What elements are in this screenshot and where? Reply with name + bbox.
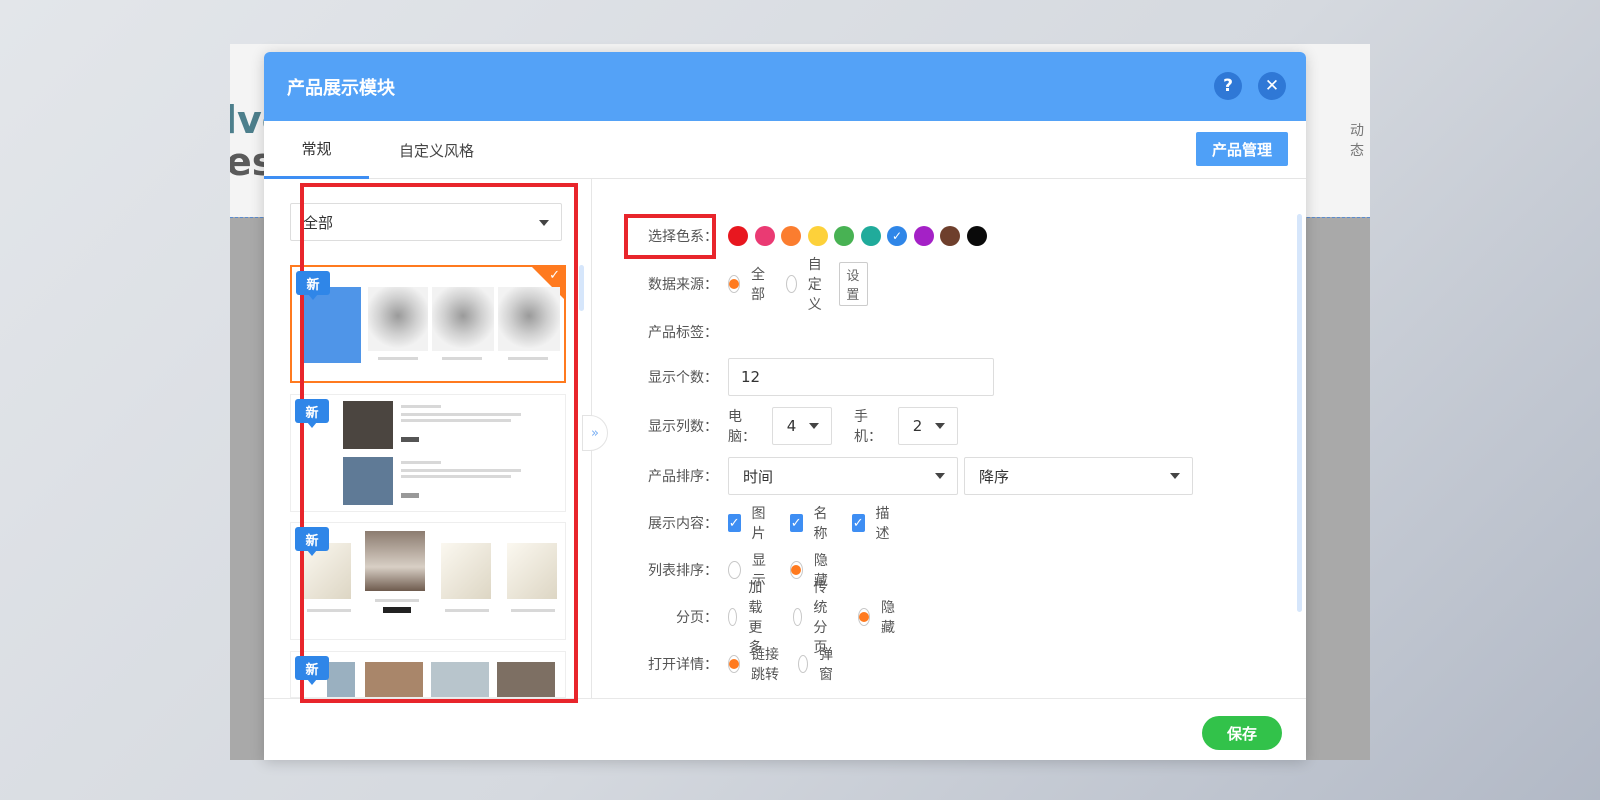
product-sort-label: 产品排序： <box>648 469 718 485</box>
help-icon[interactable]: ? <box>1214 72 1242 100</box>
columns-label: 显示列数： <box>648 419 718 435</box>
product-management-button[interactable]: 产品管理 <box>1196 132 1288 166</box>
open-detail-link-label: 链接跳转 <box>751 647 779 683</box>
template-scrollbar[interactable] <box>579 265 584 311</box>
data-source-all-radio[interactable] <box>728 275 740 293</box>
display-count-label: 显示个数： <box>648 370 718 386</box>
color-swatches: ✓ <box>728 226 993 246</box>
paging-load-more-radio[interactable] <box>728 608 738 626</box>
pc-columns-value: 4 <box>786 417 797 435</box>
open-detail-label: 打开详情： <box>648 657 718 673</box>
data-source-settings-button[interactable]: 设置 <box>839 262 869 306</box>
close-icon[interactable]: ✕ <box>1258 72 1286 100</box>
highlight-template-list <box>300 183 578 703</box>
content-name-checkbox[interactable]: ✓ <box>790 514 803 532</box>
sort-field-select[interactable]: 时间 <box>728 457 958 495</box>
background-side-text: 动态 <box>1350 123 1364 159</box>
data-source-label: 数据来源： <box>648 277 718 293</box>
color-swatch[interactable] <box>860 226 881 246</box>
content-image-label: 图片 <box>751 506 766 542</box>
sort-field-value: 时间 <box>743 467 774 486</box>
dialog-footer: 保存 <box>264 698 1306 760</box>
chevron-down-icon <box>935 423 945 429</box>
color-swatch[interactable] <box>966 226 987 246</box>
chevron-down-icon <box>1170 473 1180 479</box>
collapse-panel-button[interactable]: » <box>582 415 608 451</box>
color-swatch[interactable] <box>913 226 934 246</box>
double-chevron-right-icon: » <box>591 425 599 441</box>
color-swatch[interactable] <box>940 226 960 246</box>
content-image-checkbox[interactable]: ✓ <box>728 514 741 532</box>
color-swatch[interactable] <box>834 226 854 246</box>
chevron-down-icon <box>935 473 945 479</box>
save-button[interactable]: 保存 <box>1202 716 1282 750</box>
content-description-label: 描述 <box>875 506 890 542</box>
mobile-columns-label: 手机： <box>854 409 882 445</box>
paging-label: 分页： <box>676 610 718 626</box>
pc-columns-select[interactable]: 4 <box>771 407 832 445</box>
color-swatch[interactable] <box>807 226 828 246</box>
open-detail-link-radio[interactable] <box>728 655 740 673</box>
new-badge: 新 <box>295 656 329 685</box>
new-badge: 新 <box>296 271 330 300</box>
open-detail-popup-radio[interactable] <box>798 655 808 673</box>
product-tag-label: 产品标签： <box>648 325 718 341</box>
list-sort-label: 列表排序： <box>648 563 718 579</box>
dialog-title: 产品展示模块 <box>287 77 395 99</box>
chevron-down-icon <box>809 423 819 429</box>
content-name-label: 名称 <box>813 506 828 542</box>
content-description-checkbox[interactable]: ✓ <box>852 514 865 532</box>
data-source-all-label: 全部 <box>751 267 765 303</box>
dialog-header: 产品展示模块 ? ✕ <box>264 52 1306 121</box>
color-swatch[interactable] <box>728 226 748 246</box>
mobile-columns-value: 2 <box>912 417 923 435</box>
pc-columns-label: 电脑： <box>728 409 756 445</box>
new-badge: 新 <box>295 527 329 556</box>
color-swatch[interactable] <box>754 226 775 246</box>
sort-order-value: 降序 <box>979 467 1010 486</box>
tab-general[interactable]: 常规 <box>264 121 369 179</box>
data-source-custom-radio[interactable] <box>785 275 797 293</box>
sort-order-select[interactable]: 降序 <box>964 457 1193 495</box>
paging-hide-radio[interactable] <box>858 608 870 626</box>
display-content-label: 展示内容： <box>648 516 718 532</box>
display-count-input[interactable]: 12 <box>728 358 994 396</box>
highlight-color-label <box>624 214 716 259</box>
settings-scrollbar[interactable] <box>1297 214 1302 612</box>
paging-hide-label: 隐藏 <box>881 600 895 636</box>
tabs-bar: 常规 自定义风格 产品管理 <box>264 121 1306 179</box>
open-detail-popup-label: 弹窗 <box>819 647 833 683</box>
color-swatch[interactable] <box>781 226 801 246</box>
data-source-custom-label: 自定义 <box>807 257 822 313</box>
paging-traditional-radio[interactable] <box>793 608 803 626</box>
color-swatch[interactable]: ✓ <box>887 226 907 246</box>
new-badge: 新 <box>295 399 329 428</box>
tab-custom-style[interactable]: 自定义风格 <box>374 121 499 179</box>
mobile-columns-select[interactable]: 2 <box>897 407 958 445</box>
